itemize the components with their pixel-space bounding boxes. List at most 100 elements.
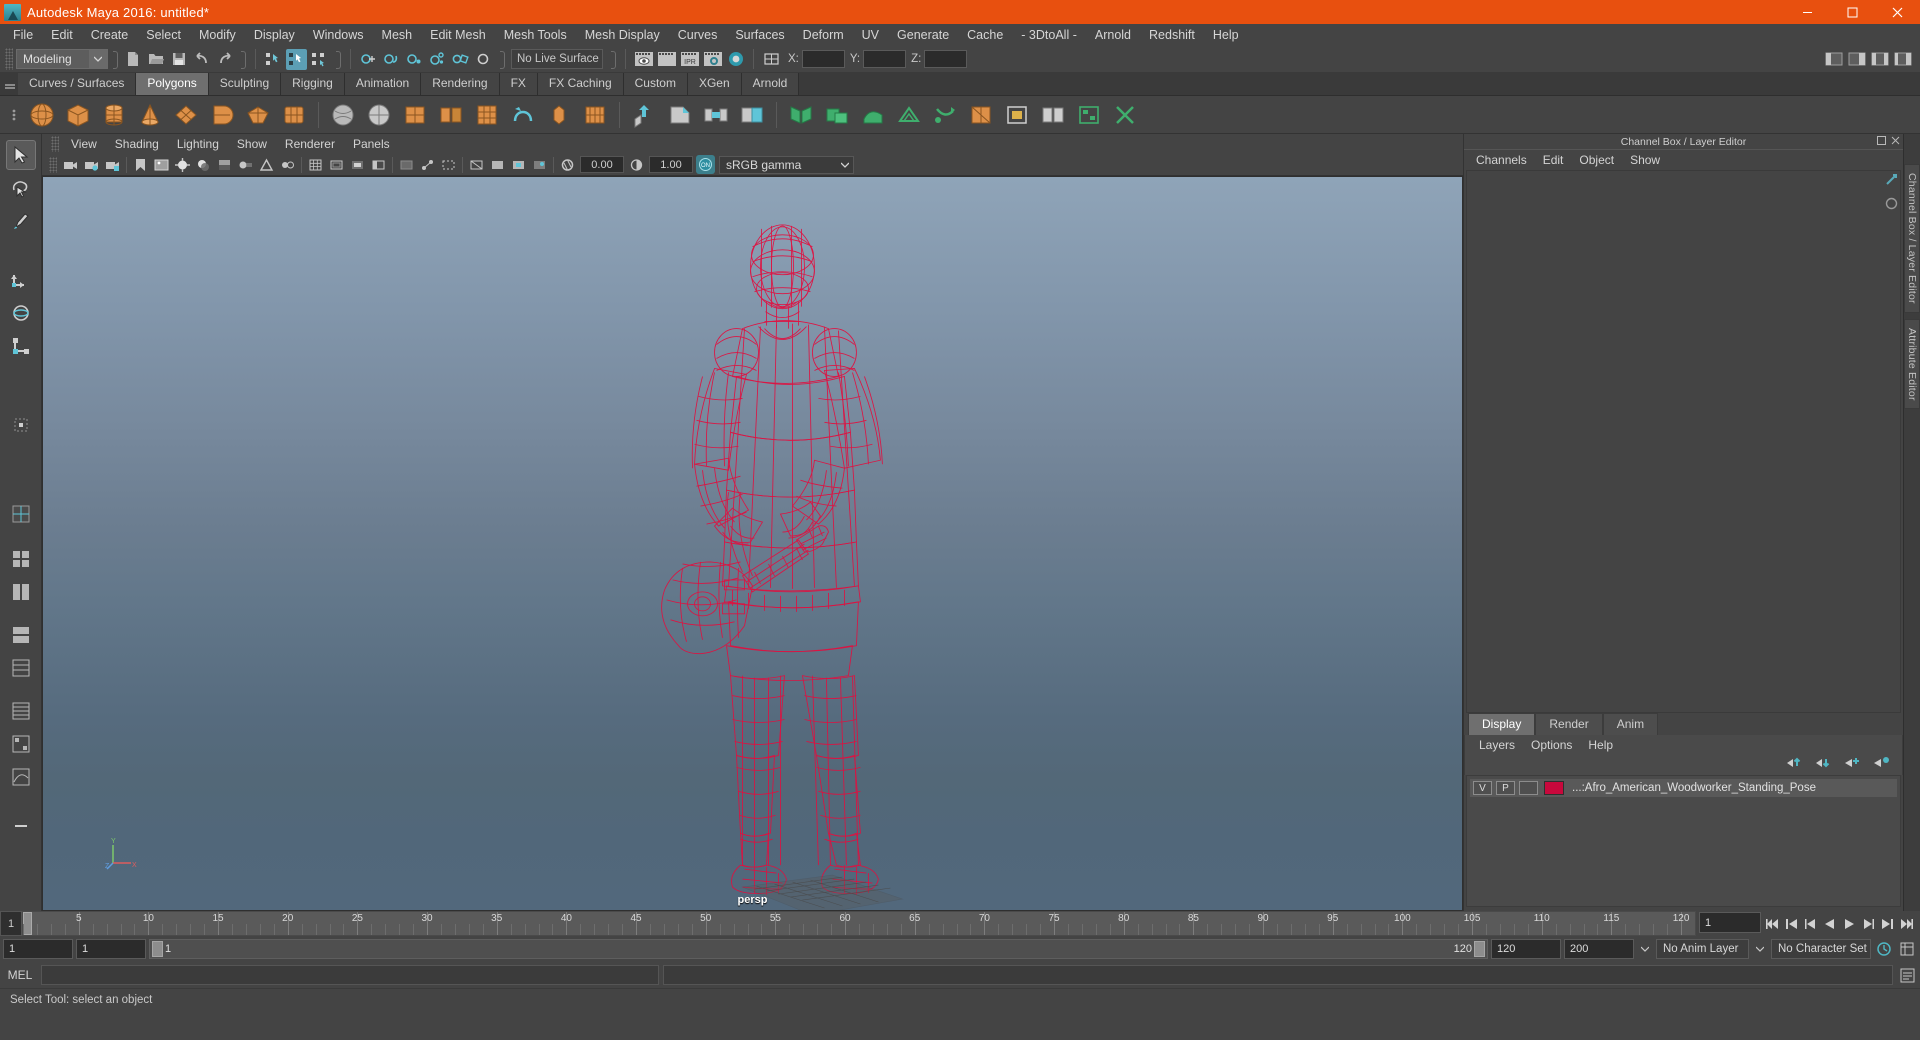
snap-curve-icon[interactable]: [381, 49, 402, 70]
bookmarks-icon[interactable]: [131, 155, 150, 174]
range-start-field[interactable]: 1: [76, 939, 146, 959]
four-view-layout-icon[interactable]: [6, 544, 36, 574]
toolbar-divider-2[interactable]: [239, 49, 246, 69]
shelf-tab-polygons[interactable]: Polygons: [136, 73, 209, 95]
move-layer-down-icon[interactable]: [1815, 756, 1832, 774]
character-set-select[interactable]: No Character Set: [1771, 939, 1871, 959]
coord-y-input[interactable]: [863, 50, 907, 68]
layer-menu-options[interactable]: Options: [1523, 737, 1580, 753]
single-perspective-layout-icon[interactable]: [6, 499, 36, 529]
image-plane-icon[interactable]: [152, 155, 171, 174]
step-back-keyframe-icon[interactable]: [1783, 913, 1801, 934]
step-forward-keyframe-icon[interactable]: [1878, 913, 1896, 934]
shelf-tab-animation[interactable]: Animation: [344, 73, 422, 95]
close-icon[interactable]: [1875, 0, 1920, 24]
create-new-layer-icon[interactable]: [1844, 756, 1861, 774]
poly-cut-faces-icon[interactable]: [1109, 99, 1141, 131]
gate-mask-icon[interactable]: [369, 155, 388, 174]
show-hide-attribute-editor-icon[interactable]: [1846, 49, 1867, 70]
shelf-tab-sculpting[interactable]: Sculpting: [208, 73, 282, 95]
layer-shading-toggle[interactable]: [1519, 781, 1538, 795]
film-gate-icon[interactable]: [327, 155, 346, 174]
anim-layer-select[interactable]: No Anim Layer: [1656, 939, 1749, 959]
menuset-selector[interactable]: Modeling: [16, 49, 108, 69]
sculpt-cube-icon[interactable]: [363, 99, 395, 131]
smooth-shade-icon[interactable]: [488, 155, 507, 174]
layer-list[interactable]: V P ...:Afro_American_Woodworker_Standin…: [1466, 775, 1901, 907]
viewport-menu-lighting[interactable]: Lighting: [168, 136, 228, 152]
depth-of-field-icon[interactable]: [278, 155, 297, 174]
play-forwards-icon[interactable]: [1840, 913, 1858, 934]
anim-end-field[interactable]: 200: [1564, 939, 1634, 959]
shelf-tab-xgen[interactable]: XGen: [687, 73, 742, 95]
shadows-icon[interactable]: [194, 155, 213, 174]
channelbox-menu-channels[interactable]: Channels: [1468, 152, 1535, 168]
viewport-menu-renderer[interactable]: Renderer: [276, 136, 344, 152]
viewport-gripper[interactable]: [51, 136, 59, 152]
color-transform-select[interactable]: sRGB gamma: [719, 155, 854, 174]
show-hide-tool-settings-icon[interactable]: [1869, 49, 1890, 70]
playback-speed-arrow-icon[interactable]: [1637, 946, 1653, 952]
layer-editor-toggle-icon[interactable]: [1885, 197, 1898, 215]
exposure-value[interactable]: 0.00: [580, 156, 624, 173]
menu-arnold[interactable]: Arnold: [1086, 25, 1140, 45]
two-sided-lighting-icon[interactable]: [173, 155, 192, 174]
time-slider-track[interactable]: 5 10 15 20 25 30 35 40 45 50 55 60 65 70 75 80 85 90 95 100…: [22, 911, 1696, 936]
coord-x-input[interactable]: [801, 50, 845, 68]
poly-fill-hole-icon[interactable]: [1001, 99, 1033, 131]
undo-icon[interactable]: [191, 49, 212, 70]
show-hide-channel-box-icon[interactable]: [1892, 49, 1913, 70]
statusline-gripper[interactable]: [5, 48, 13, 70]
poly-platonic-icon[interactable]: [278, 99, 310, 131]
more-layouts-icon[interactable]: [6, 811, 36, 841]
menu-surfaces[interactable]: Surfaces: [726, 25, 793, 45]
channelbox-content[interactable]: [1466, 170, 1901, 713]
menu-file[interactable]: File: [4, 25, 42, 45]
shelf-tab-custom[interactable]: Custom: [623, 73, 688, 95]
poly-plane-icon[interactable]: [206, 99, 238, 131]
grid-toggle-icon[interactable]: [306, 155, 325, 174]
poly-disc-icon[interactable]: [242, 99, 274, 131]
shelf-tab-fx[interactable]: FX: [499, 73, 538, 95]
viewport-menu-show[interactable]: Show: [228, 136, 276, 152]
menu-modify[interactable]: Modify: [190, 25, 245, 45]
multisample-aa-icon[interactable]: [257, 155, 276, 174]
poly-cylinder-icon[interactable]: [98, 99, 130, 131]
persp-graph-layout-icon[interactable]: [6, 762, 36, 792]
poly-target-weld-icon[interactable]: [1073, 99, 1105, 131]
menu-redshift[interactable]: Redshift: [1140, 25, 1204, 45]
close-panel-icon[interactable]: [1891, 136, 1900, 148]
poly-pipe-icon[interactable]: [399, 99, 431, 131]
poly-bevel-icon[interactable]: [664, 99, 696, 131]
step-forward-frame-icon[interactable]: [1859, 913, 1877, 934]
time-cursor[interactable]: [23, 912, 32, 935]
edge-tab-attribute-editor[interactable]: Attribute Editor: [1904, 318, 1920, 410]
snap-projected-center-icon[interactable]: [427, 49, 448, 70]
three-panes-icon[interactable]: [6, 653, 36, 683]
color-management-toggle-icon[interactable]: ON: [696, 155, 715, 174]
shelf-options-icon[interactable]: [2, 74, 18, 95]
xray-joints-icon[interactable]: [418, 155, 437, 174]
go-to-end-icon[interactable]: [1897, 913, 1915, 934]
show-hide-toolbox-icon[interactable]: [1823, 49, 1844, 70]
layer-menu-help[interactable]: Help: [1580, 737, 1621, 753]
toolbar-divider-4[interactable]: [498, 49, 505, 69]
viewport-menu-panels[interactable]: Panels: [344, 136, 399, 152]
menu-help[interactable]: Help: [1204, 25, 1248, 45]
layer-tab-display[interactable]: Display: [1468, 713, 1536, 735]
menu-display[interactable]: Display: [245, 25, 304, 45]
menu-windows[interactable]: Windows: [304, 25, 373, 45]
edge-tab-channel-box[interactable]: Channel Box / Layer Editor: [1904, 164, 1920, 313]
poly-pyramid-icon[interactable]: [471, 99, 503, 131]
layer-tab-anim[interactable]: Anim: [1602, 713, 1659, 735]
viewport-menu-view[interactable]: View: [62, 136, 106, 152]
menu-curves[interactable]: Curves: [669, 25, 727, 45]
poly-multicut-icon[interactable]: [1037, 99, 1069, 131]
select-object-icon[interactable]: [286, 48, 307, 70]
sculpt-sphere-icon[interactable]: [327, 99, 359, 131]
toolbar-divider-5[interactable]: [609, 49, 616, 69]
select-component-icon[interactable]: [309, 49, 330, 70]
snap-grid-icon[interactable]: [358, 49, 379, 70]
snap-point-icon[interactable]: [404, 49, 425, 70]
menu-select[interactable]: Select: [137, 25, 190, 45]
